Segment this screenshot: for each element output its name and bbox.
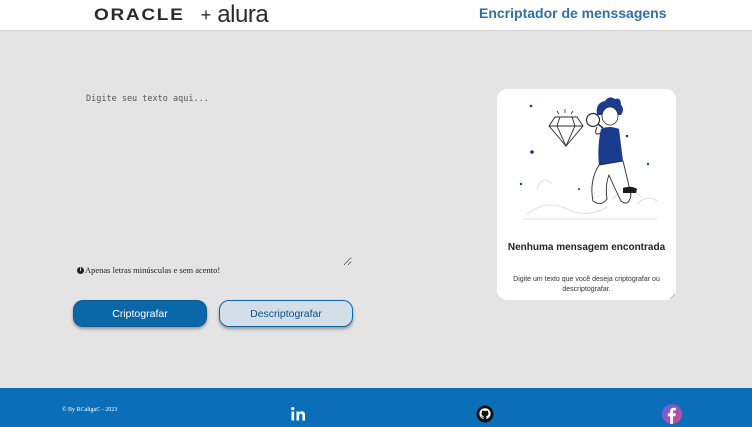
logo-plus: + <box>200 4 212 25</box>
alura-logo-text: alura <box>217 1 269 28</box>
hint-text: Apenas letras minúsculas e sem acento! <box>85 265 221 275</box>
decrypt-button[interactable]: Descriptografar <box>219 300 353 327</box>
top-bar: ORACLE + alura Encriptador de menssagens <box>0 0 752 31</box>
footer: © By RCaligaC - 2023 <box>0 388 752 427</box>
linkedin-icon[interactable] <box>289 405 307 423</box>
output-title: Nenhuma mensagem encontrada <box>507 242 666 253</box>
oracle-logo-text: ORACLE <box>94 5 185 24</box>
oracle-alura-logo: ORACLE + alura <box>94 1 269 28</box>
input-hint: i Apenas letras minúsculas e sem acento! <box>77 265 220 275</box>
info-icon: i <box>77 266 84 274</box>
message-input[interactable] <box>82 90 352 266</box>
output-card: Nenhuma mensagem encontrada Digite um te… <box>497 89 676 300</box>
resize-grip-icon[interactable] <box>669 293 675 299</box>
encrypt-button[interactable]: Criptografar <box>73 300 207 327</box>
github-icon[interactable] <box>476 405 494 423</box>
facebook-icon[interactable] <box>662 404 682 424</box>
copyright-text: © By RCaligaC - 2023 <box>62 407 118 413</box>
output-subtitle: Digite um texto que você deseja criptogr… <box>513 276 660 293</box>
page-title: Encriptador de menssagens <box>479 5 667 21</box>
boy-with-magnifier-illustration <box>519 97 658 220</box>
